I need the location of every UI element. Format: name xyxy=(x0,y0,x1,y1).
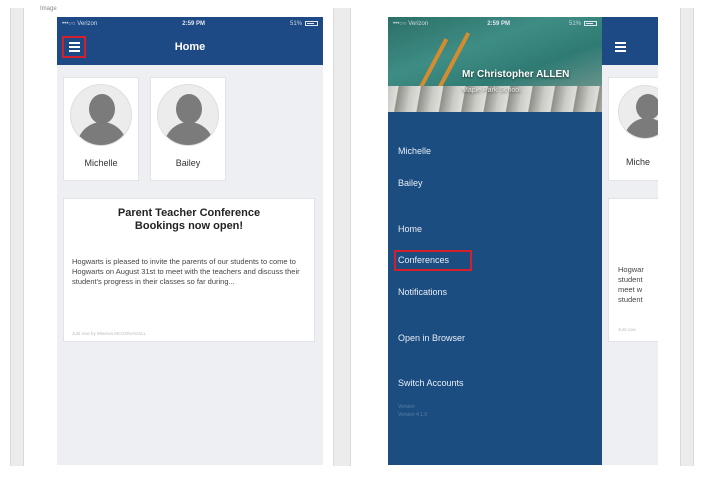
avatar-head xyxy=(176,94,202,124)
background-announcement-meta: Just now xyxy=(618,327,636,332)
drawer-item-bailey[interactable]: Bailey xyxy=(398,178,423,188)
battery-icon xyxy=(584,21,597,26)
background-menu-icon[interactable] xyxy=(615,42,626,52)
avatar-head xyxy=(636,94,658,120)
carrier-text: •••○○ Verizon xyxy=(62,20,98,27)
background-announcement-line: student xyxy=(618,275,643,284)
page-title: Home xyxy=(174,41,206,53)
battery-percent: 51% xyxy=(568,20,581,27)
side-drawer: •••○○ Verizon 2:59 PM 51% Mr Christopher… xyxy=(388,17,602,465)
drawer-item-conferences[interactable]: Conferences xyxy=(398,255,449,265)
announcement-title: Parent Teacher Conference Bookings now o… xyxy=(117,207,261,232)
drawer-item-open-in-browser[interactable]: Open in Browser xyxy=(398,333,465,343)
announcement-body: Hogwarts is pleased to invite the parent… xyxy=(72,257,300,286)
status-time: 2:59 PM xyxy=(487,20,510,27)
drawer-item-notifications[interactable]: Notifications xyxy=(398,287,447,297)
version-number: Version 4.1.0 xyxy=(398,412,428,418)
hamburger-line xyxy=(615,46,626,48)
status-bar: •••○○ Verizon 2:59 PM 51% xyxy=(57,17,323,30)
background-student-name: Miche xyxy=(626,157,651,167)
battery-percent: 51% xyxy=(289,20,302,27)
background-announcement-line: student xyxy=(618,295,643,304)
student-list: Michelle Bailey xyxy=(63,77,226,181)
navigation-bar: •••○○ Verizon 2:59 PM 51% Home xyxy=(57,17,323,65)
hamburger-line xyxy=(615,42,626,44)
user-name: Mr Christopher ALLEN xyxy=(462,69,570,80)
status-right: 51% xyxy=(569,21,597,27)
left-gutter xyxy=(10,8,24,466)
person-silhouette-icon xyxy=(157,84,219,146)
student-card-michelle[interactable]: Michelle xyxy=(63,77,139,181)
announcement-meta: Just now by Minerva MCGONAGALL xyxy=(72,331,147,336)
carrier-text: •••○○ Verizon xyxy=(393,20,429,27)
status-right: 51% xyxy=(290,21,318,27)
drawer-screen: Miche Hogwar student meet w student Just… xyxy=(388,17,658,465)
avatar-body xyxy=(77,122,127,145)
person-silhouette-icon xyxy=(70,84,132,146)
avatar-head xyxy=(89,94,115,124)
hamburger-line xyxy=(615,50,626,52)
school-name: Maple Park School xyxy=(462,87,521,94)
corner-label: Image xyxy=(40,6,57,12)
status-time: 2:59 PM xyxy=(182,20,205,27)
announcement-card[interactable]: Parent Teacher Conference Bookings now o… xyxy=(63,198,315,342)
student-card-bailey[interactable]: Bailey xyxy=(150,77,226,181)
drawer-item-michelle[interactable]: Michelle xyxy=(398,146,431,156)
student-name: Bailey xyxy=(175,158,201,168)
battery-icon xyxy=(305,21,318,26)
home-screen: •••○○ Verizon 2:59 PM 51% Home Michelle … xyxy=(57,17,323,465)
status-bar: •••○○ Verizon 2:59 PM 51% xyxy=(388,17,602,30)
drawer-item-switch-accounts[interactable]: Switch Accounts xyxy=(398,378,464,388)
background-announcement-line: Hogwar xyxy=(618,265,644,274)
center-gutter xyxy=(333,8,351,466)
version-label: Version xyxy=(398,404,415,410)
drawer-header: •••○○ Verizon 2:59 PM 51% Mr Christopher… xyxy=(388,17,602,112)
student-name: Michelle xyxy=(84,158,118,168)
avatar-body xyxy=(164,122,214,145)
background-navigation-bar xyxy=(602,17,658,65)
right-gutter xyxy=(680,8,694,466)
drawer-item-home[interactable]: Home xyxy=(398,224,422,234)
background-announcement-line: meet w xyxy=(618,285,643,294)
avatar-body xyxy=(624,118,658,138)
screenshot-page: Image •••○○ Verizon 2:59 PM 51% Home Mic… xyxy=(0,0,701,481)
